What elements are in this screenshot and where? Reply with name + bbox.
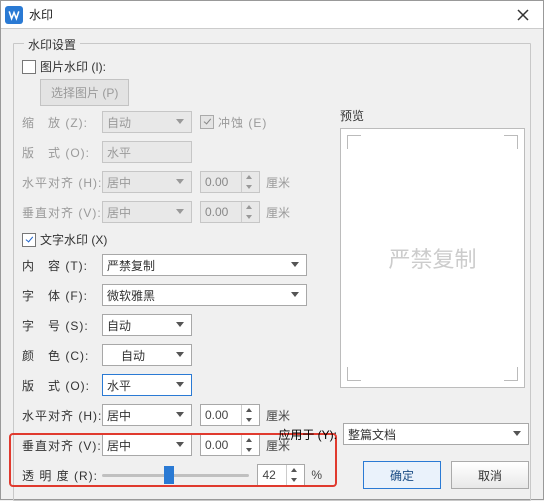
erode-label: 冲蚀 (E) [218,114,267,131]
color-swatch-icon [107,350,117,360]
chevron-down-icon [173,346,187,364]
preview-watermark-text: 严禁复制 [388,242,476,274]
titlebar: 水印 [1,1,543,29]
app-logo-icon [5,6,23,24]
ok-button[interactable]: 确定 [363,461,441,489]
chevron-down-icon [510,425,524,443]
content-label: 内 容 (T): [22,257,102,274]
cancel-button[interactable]: 取消 [451,461,529,489]
image-watermark-section: 图片水印 (I): [22,58,322,75]
txt-valign-spin[interactable] [200,434,260,456]
color-combo[interactable]: 自动 [102,344,192,366]
preview-box: 严禁复制 [340,128,525,388]
apply-to-label: 应用于 (Y): [278,426,337,443]
font-label: 字 体 (F): [22,287,102,304]
text-watermark-section: 文字水印 (X) [22,231,322,248]
corner-icon [504,367,518,381]
dialog-title: 水印 [29,6,507,23]
group-legend: 水印设置 [24,36,80,53]
color-label: 颜 色 (C): [22,347,102,364]
apply-to-row: 应用于 (Y): 整篇文档 [278,423,529,445]
chevron-down-icon [173,316,187,334]
img-halign-label: 水平对齐 (H): [22,174,102,191]
slider-thumb[interactable] [164,466,174,484]
img-layout-combo: 水平 [102,141,192,163]
chevron-down-icon [173,436,187,454]
corner-icon [504,135,518,149]
text-watermark-label: 文字水印 (X) [40,231,107,248]
txt-halign-combo[interactable]: 居中 [102,404,192,426]
unit-cm: 厘米 [266,174,290,191]
watermark-dialog: 水印 水印设置 图片水印 (I): 选择图片 (P) 缩 放 (Z): 自动 [0,0,544,500]
image-watermark-checkbox[interactable] [22,60,36,74]
txt-halign-spin[interactable] [200,404,260,426]
img-layout-label: 版 式 (O): [22,144,102,161]
txt-layout-label: 版 式 (O): [22,377,102,394]
apply-to-combo[interactable]: 整篇文档 [343,423,529,445]
corner-icon [347,135,361,149]
txt-layout-combo[interactable]: 水平 [102,374,192,396]
corner-icon [347,367,361,381]
scale-label: 缩 放 (Z): [22,114,102,131]
img-valign-spin [200,201,260,223]
txt-halign-label: 水平对齐 (H): [22,407,102,424]
img-halign-combo: 居中 [102,171,192,193]
chevron-down-icon [173,406,187,424]
erode-checkbox [200,115,214,129]
image-watermark-label: 图片水印 (I): [40,58,106,75]
unit-cm: 厘米 [266,204,290,221]
size-combo[interactable]: 自动 [102,314,192,336]
img-valign-label: 垂直对齐 (V): [22,204,102,221]
preview-label: 预览 [340,107,525,124]
close-button[interactable] [507,1,539,28]
txt-valign-combo[interactable]: 居中 [102,434,192,456]
content-combo[interactable]: 严禁复制 [102,254,307,276]
unit-cm: 厘米 [266,407,290,424]
select-image-button: 选择图片 (P) [40,79,129,106]
scale-combo: 自动 [102,111,192,133]
font-combo[interactable]: 微软雅黑 [102,284,307,306]
text-watermark-checkbox[interactable] [22,233,36,247]
chevron-down-icon [288,256,302,274]
img-valign-combo: 居中 [102,201,192,223]
opacity-spin[interactable] [257,464,305,486]
opacity-unit: % [311,468,322,482]
dialog-footer: 确定 取消 [363,461,529,489]
chevron-down-icon [288,286,302,304]
preview-pane: 预览 严禁复制 [340,107,525,388]
chevron-down-icon [173,113,187,131]
chevron-down-icon [173,173,187,191]
opacity-slider[interactable] [102,464,250,486]
chevron-down-icon [173,203,187,221]
opacity-label: 透 明 度 (R): [22,467,102,484]
chevron-down-icon [173,376,187,394]
img-halign-spin [200,171,260,193]
size-label: 字 号 (S): [22,317,102,334]
txt-valign-label: 垂直对齐 (V): [22,437,102,454]
